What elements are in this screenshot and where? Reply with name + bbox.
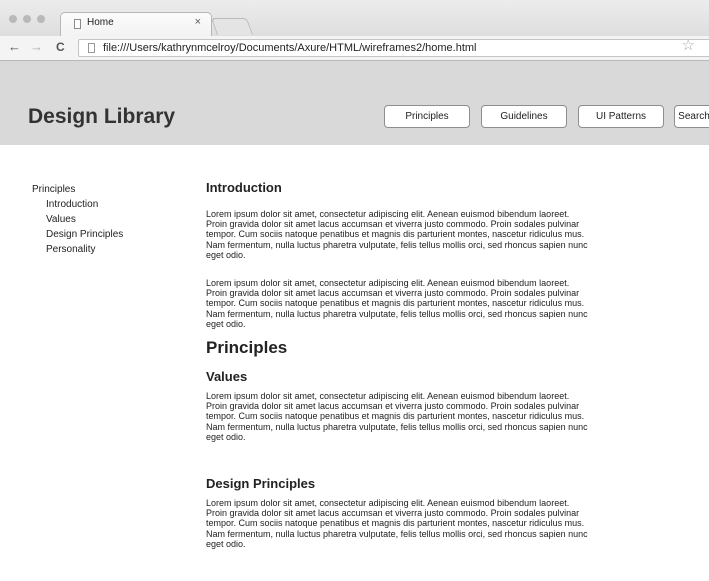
zoom-window-button[interactable]: [37, 15, 45, 23]
sidebar-item-values[interactable]: Values: [32, 212, 123, 227]
close-window-button[interactable]: [9, 15, 17, 23]
url-text[interactable]: file:///Users/kathrynmcelroy/Documents/A…: [103, 42, 477, 54]
forward-arrow-icon[interactable]: →: [30, 40, 43, 54]
browser-tabstrip: Home ×: [0, 0, 709, 36]
address-bar[interactable]: file:///Users/kathrynmcelroy/Documents/A…: [78, 39, 709, 57]
paragraph: Lorem ipsum dolor sit amet, consectetur …: [206, 391, 588, 442]
site-header: Design Library Principles Guidelines UI …: [0, 61, 709, 145]
sidebar-item-design-principles[interactable]: Design Principles: [32, 227, 123, 242]
section-heading-principles: Principles: [206, 338, 288, 358]
sidebar-item-personality[interactable]: Personality: [32, 242, 123, 257]
reload-icon[interactable]: C: [56, 40, 65, 54]
paragraph: Lorem ipsum dolor sit amet, consectetur …: [206, 209, 588, 260]
document-icon: [74, 19, 81, 29]
browser-toolbar: ← → C file:///Users/kathrynmcelroy/Docum…: [0, 36, 709, 61]
nav-ui-patterns-button[interactable]: UI Patterns: [578, 105, 664, 128]
sidebar-item-principles[interactable]: Principles: [32, 182, 123, 197]
nav-search-button[interactable]: Search: [674, 105, 709, 128]
back-arrow-icon[interactable]: ←: [8, 40, 21, 54]
tab-close-icon[interactable]: ×: [195, 16, 201, 28]
sidebar-nav: Principles Introduction Values Design Pr…: [32, 182, 123, 257]
section-heading-design-principles: Design Principles: [206, 476, 316, 492]
paragraph: Lorem ipsum dolor sit amet, consectetur …: [206, 278, 588, 329]
site-title: Design Library: [28, 105, 176, 128]
tab-home[interactable]: Home ×: [60, 12, 212, 36]
star-icon[interactable]: ☆: [682, 36, 695, 54]
new-tab-button[interactable]: [210, 18, 254, 35]
main-content: Introduction Lorem ipsum dolor sit amet,…: [206, 180, 591, 549]
nav-guidelines-button[interactable]: Guidelines: [481, 105, 567, 128]
paragraph: Lorem ipsum dolor sit amet, consectetur …: [206, 498, 588, 549]
nav-principles-button[interactable]: Principles: [384, 105, 470, 128]
section-heading-values: Values: [206, 369, 248, 385]
minimize-window-button[interactable]: [23, 15, 31, 23]
page-icon: [88, 43, 95, 53]
section-heading-introduction: Introduction: [206, 180, 282, 195]
tab-title: Home: [87, 17, 114, 28]
sidebar-item-introduction[interactable]: Introduction: [32, 197, 123, 212]
